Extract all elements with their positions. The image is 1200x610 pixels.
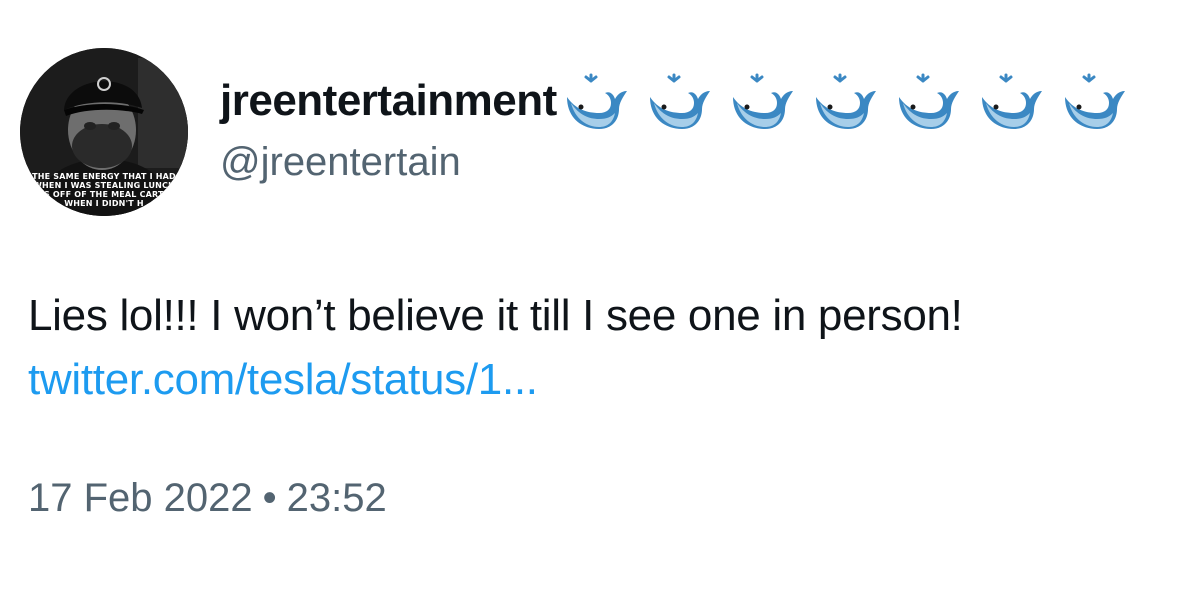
- whale-icon: [732, 73, 793, 129]
- tweet-text: Lies lol!!! I won’t believe it till I se…: [28, 291, 963, 340]
- avatar-caption: THE SAME ENERGY THAT I HAD WHEN I WAS ST…: [32, 172, 176, 208]
- whale-icon: [1064, 73, 1125, 129]
- timestamp[interactable]: 17 Feb 2022 • 23:52: [28, 476, 387, 521]
- whale-icon: [898, 73, 959, 129]
- whale-icon: [649, 73, 710, 129]
- tweet-link[interactable]: twitter.com/tesla/status/1...: [28, 350, 538, 410]
- whale-icon: [815, 73, 876, 129]
- display-name[interactable]: jreentertainment: [220, 76, 557, 126]
- user-handle[interactable]: @jreentertain: [220, 140, 461, 185]
- name-emoji-group: [561, 69, 1127, 133]
- tweet-time: 23:52: [286, 476, 387, 520]
- tweet-date: 17 Feb 2022: [28, 476, 253, 520]
- tweet-card: THE SAME ENERGY THAT I HAD WHEN I WAS ST…: [0, 0, 1200, 610]
- whale-icon: [981, 73, 1042, 129]
- separator-dot: •: [262, 476, 277, 520]
- avatar[interactable]: THE SAME ENERGY THAT I HAD WHEN I WAS ST…: [20, 48, 188, 216]
- name-row: jreentertainment: [220, 66, 1127, 136]
- whale-icon: [566, 73, 627, 129]
